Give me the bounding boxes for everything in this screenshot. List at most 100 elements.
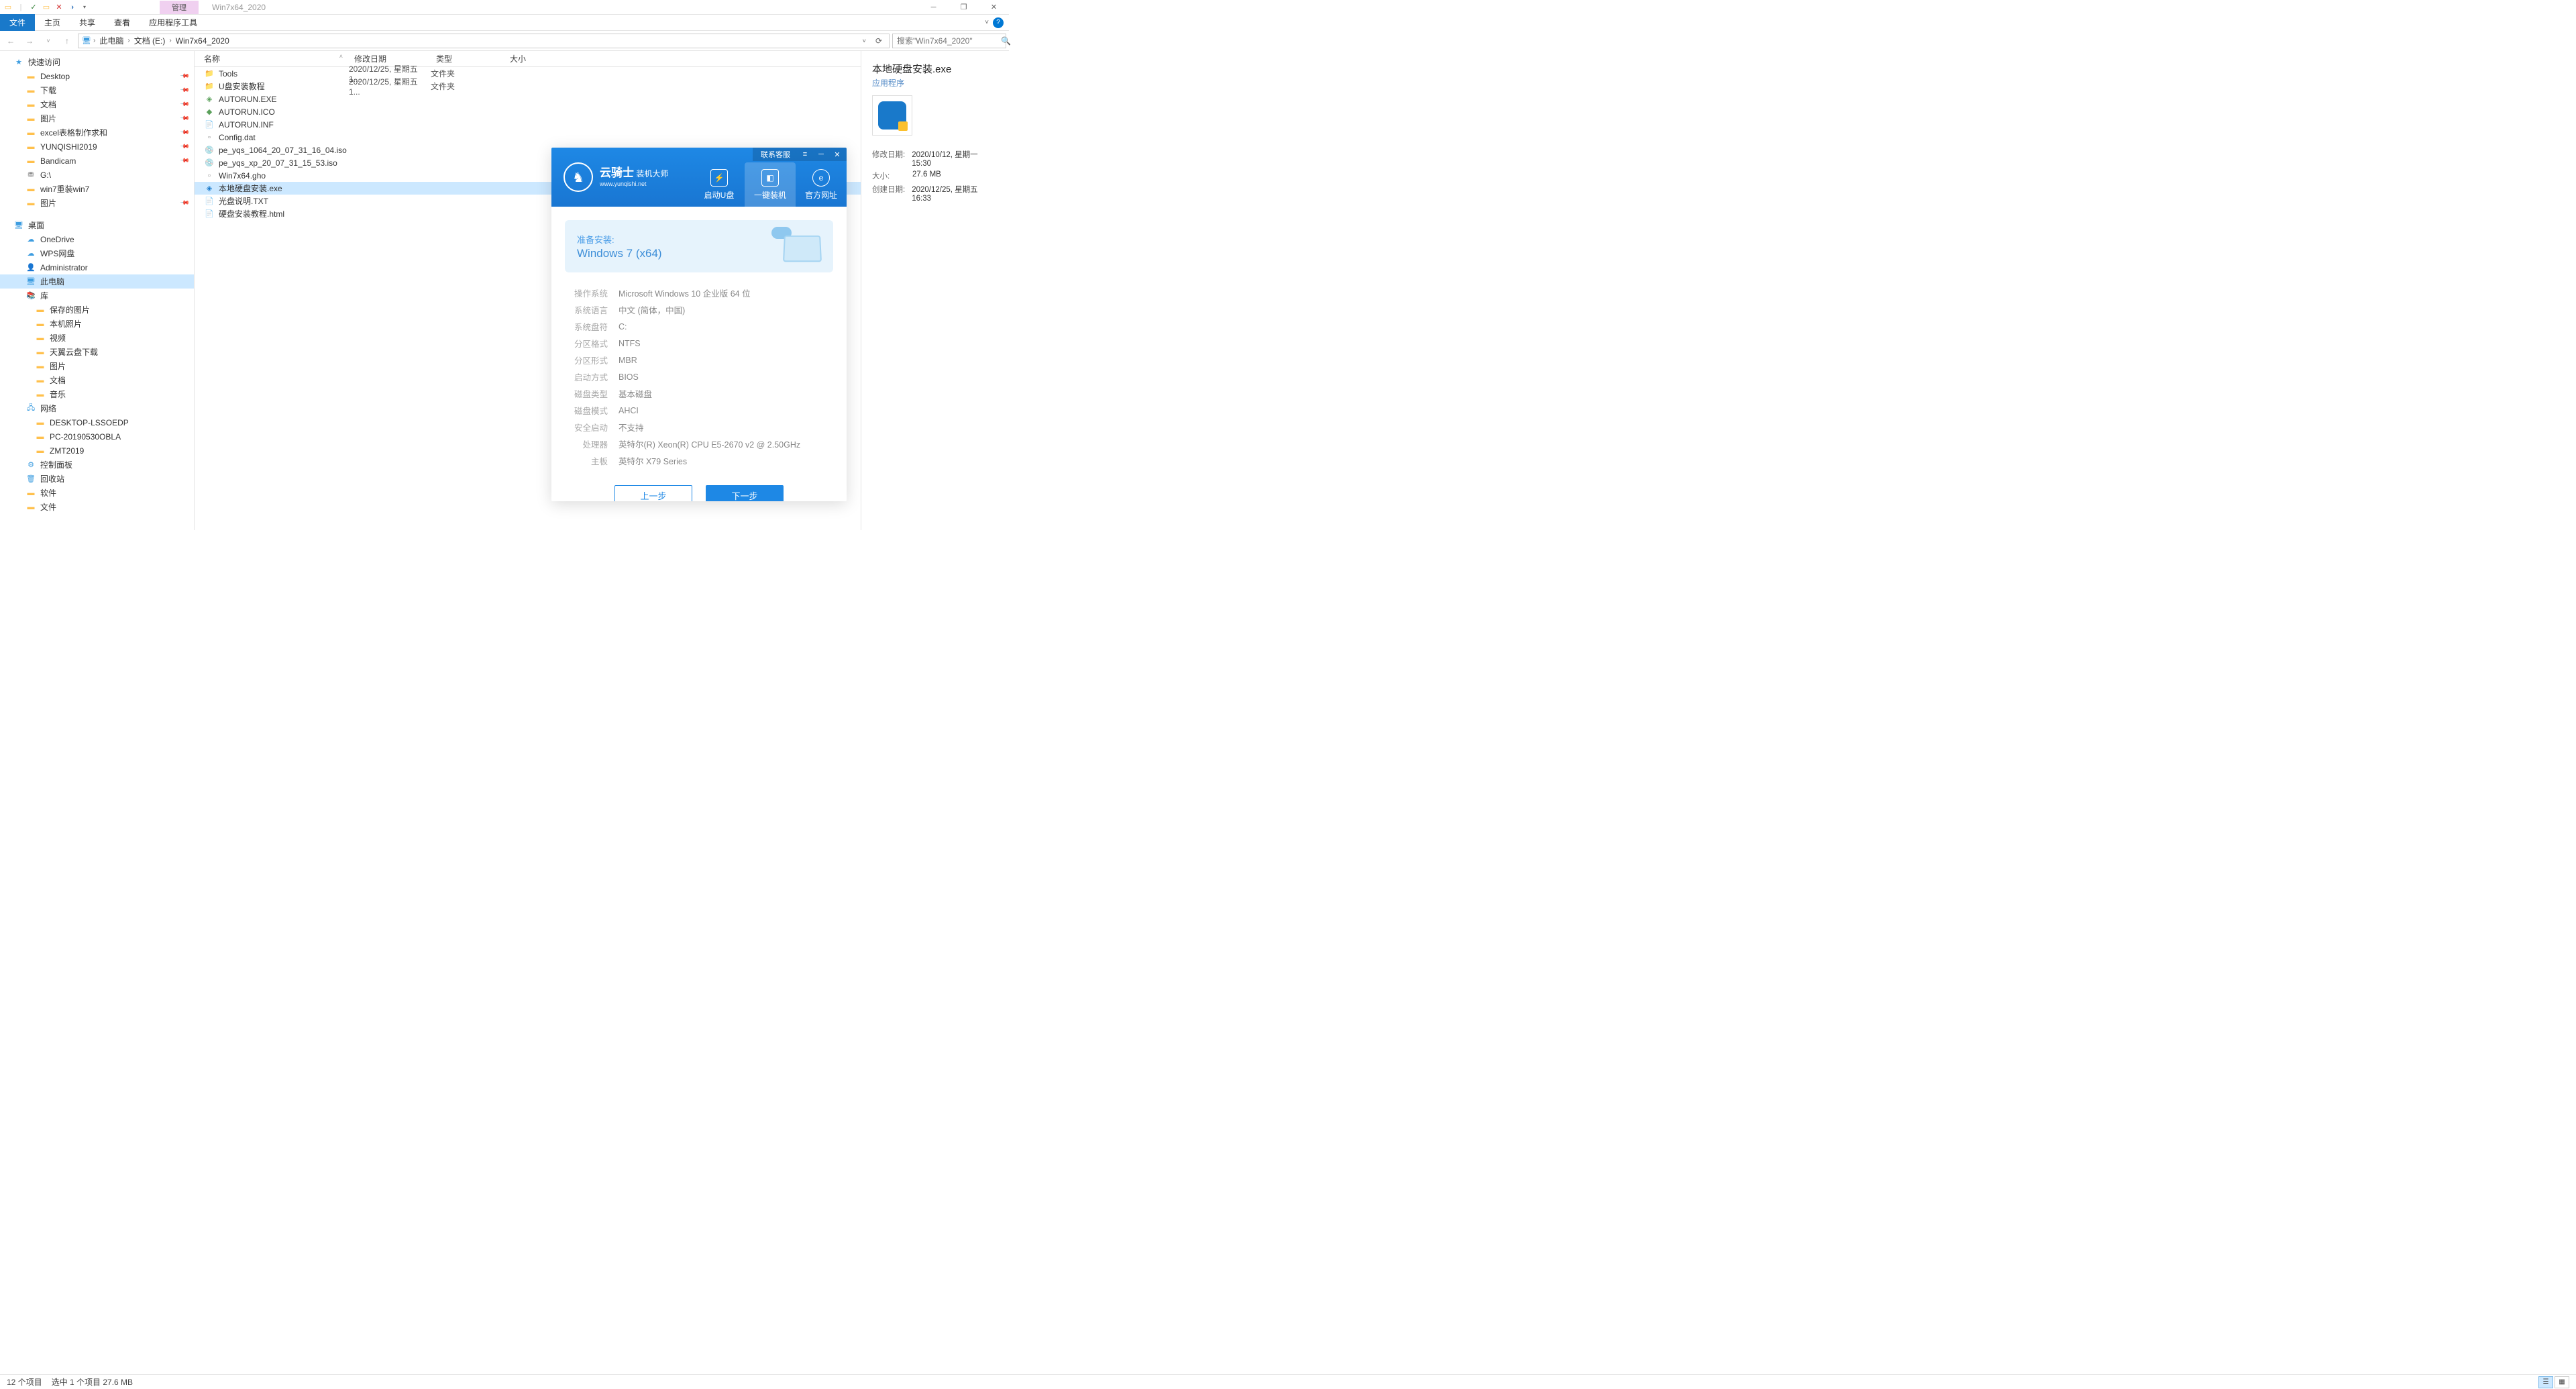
tree-item[interactable]: ▬YUNQISHI2019📌 (0, 140, 194, 154)
maximize-button[interactable]: ❐ (949, 0, 979, 15)
tree-item[interactable]: ☁OneDrive (0, 232, 194, 246)
close-button[interactable]: ✕ (979, 0, 1009, 15)
tree-item[interactable]: 📚库 (0, 289, 194, 303)
prev-button[interactable]: 上一步 (614, 485, 692, 501)
crumb-folder[interactable]: Win7x64_2020 (173, 36, 232, 46)
tree-item[interactable]: ▬天翼云盘下载 (0, 345, 194, 359)
tab-app-tools[interactable]: 应用程序工具 (140, 14, 207, 31)
tree-item[interactable]: ▬音乐 (0, 387, 194, 401)
tab-file[interactable]: 文件 (0, 14, 35, 31)
tree-label: YUNQISHI2019 (40, 142, 97, 152)
folder-icon: ▬ (25, 71, 36, 82)
dialog-minimize-button[interactable]: ─ (813, 148, 829, 161)
tree-item[interactable]: ▬文档 (0, 373, 194, 387)
tree-quick-access[interactable]: ★快速访问 (0, 55, 194, 69)
nav-forward-button[interactable]: → (21, 33, 38, 49)
file-icon: 💿 (204, 145, 215, 156)
address-dropdown-icon[interactable]: ˅ (859, 38, 870, 44)
chevron-right-icon[interactable]: › (169, 37, 171, 44)
tree-item-icon: 👤 (25, 262, 36, 273)
tree-label: G:\ (40, 170, 51, 180)
col-type[interactable]: 类型 (431, 53, 504, 64)
info-label: 系统语言 (565, 303, 608, 316)
details-label: 大小: (872, 170, 912, 181)
file-row[interactable]: ▫Config.dat (195, 131, 861, 144)
tree-item[interactable]: ⚙控制面板 (0, 458, 194, 472)
address-bar: ← → ˅ ↑ 🖥 › 此电脑 › 文档 (E:) › Win7x64_2020… (0, 31, 1009, 51)
col-size[interactable]: 大小 (504, 53, 558, 64)
tree-item[interactable]: 👤Administrator (0, 260, 194, 274)
view-icons-button[interactable]: ▦ (2555, 1376, 2569, 1388)
file-icon: 📄 (204, 209, 215, 219)
tree-item[interactable]: ▬软件 (0, 486, 194, 500)
tree-item[interactable]: ▬保存的图片 (0, 303, 194, 317)
file-row[interactable]: ◈AUTORUN.EXE (195, 93, 861, 105)
tree-desktop-root[interactable]: 🖥桌面 (0, 218, 194, 232)
nav-recent-icon[interactable]: ˅ (40, 33, 56, 49)
view-details-button[interactable]: ☰ (2538, 1376, 2553, 1388)
info-label: 分区格式 (565, 337, 608, 350)
check-icon[interactable]: ✓ (28, 2, 39, 13)
tree-item[interactable]: ☁WPS网盘 (0, 246, 194, 260)
tree-label: 图片 (40, 197, 56, 209)
tab-share[interactable]: 共享 (70, 14, 105, 31)
dialog-close-button[interactable]: ✕ (829, 148, 845, 161)
info-label: 磁盘类型 (565, 387, 608, 400)
nav-back-button[interactable]: ← (3, 33, 19, 49)
tree-item[interactable]: ▬PC-20190530OBLA (0, 429, 194, 444)
tree-item[interactable]: ▬ZMT2019 (0, 444, 194, 458)
tree-item[interactable]: ▬图片📌 (0, 111, 194, 125)
crumb-root[interactable]: 此电脑 (97, 35, 126, 46)
folder-open-icon[interactable]: ▭ (41, 2, 52, 13)
contact-support-button[interactable]: 联系客服 (754, 148, 797, 161)
file-row[interactable]: ◆AUTORUN.ICO (195, 105, 861, 118)
tree-item[interactable]: ▬win7重装win7 (0, 182, 194, 196)
tree-item[interactable]: 🖥此电脑 (0, 274, 194, 289)
menu-icon[interactable]: ≡ (797, 148, 813, 161)
file-row[interactable]: 📁Tools2020/12/25, 星期五 1...文件夹 (195, 67, 861, 80)
chevron-right-icon[interactable]: › (127, 37, 129, 44)
delete-icon[interactable]: ✕ (54, 2, 64, 13)
search-icon[interactable]: 🔍 (1001, 36, 1011, 46)
properties-icon[interactable]: ◑ (66, 2, 77, 13)
search-input[interactable] (897, 36, 1001, 46)
col-name[interactable]: 名称 ˄ (195, 53, 349, 64)
refresh-icon[interactable]: ⟳ (871, 36, 886, 46)
info-label: 启动方式 (565, 370, 608, 383)
tree-item[interactable]: 🗑回收站 (0, 472, 194, 486)
nav-boot-usb[interactable]: ⚡启动U盘 (694, 162, 745, 207)
tree-item[interactable]: ▬本机照片 (0, 317, 194, 331)
ribbon-collapse-icon[interactable]: ˅ (985, 19, 989, 26)
breadcrumb[interactable]: 🖥 › 此电脑 › 文档 (E:) › Win7x64_2020 ˅ ⟳ (78, 34, 890, 48)
nav-up-button[interactable]: ↑ (59, 33, 75, 49)
ribbon-tabs: 文件 主页 共享 查看 应用程序工具 ˅ ? (0, 15, 1009, 31)
tab-home[interactable]: 主页 (35, 14, 70, 31)
file-row[interactable]: 📁U盘安装教程2020/12/25, 星期五 1...文件夹 (195, 80, 861, 93)
navigation-pane[interactable]: ★快速访问 ▬Desktop📌▬下载📌▬文档📌▬图片📌▬excel表格制作求和📌… (0, 51, 195, 530)
tree-item[interactable]: ▬DESKTOP-LSSOEDP (0, 415, 194, 429)
minimize-button[interactable]: ─ (918, 0, 949, 15)
tree-item[interactable]: ▬图片📌 (0, 196, 194, 210)
manage-contextual-tab[interactable]: 管理 (160, 1, 199, 14)
tree-item[interactable]: ▬图片 (0, 359, 194, 373)
tab-view[interactable]: 查看 (105, 14, 140, 31)
tree-item[interactable]: ▬excel表格制作求和📌 (0, 125, 194, 140)
tree-label: 网络 (40, 403, 56, 414)
tree-item[interactable]: ▬下载📌 (0, 83, 194, 97)
chevron-right-icon[interactable]: › (93, 37, 95, 44)
tree-item[interactable]: ▬视频 (0, 331, 194, 345)
nav-official-site[interactable]: e官方网址 (796, 162, 847, 207)
tree-item[interactable]: ▬文档📌 (0, 97, 194, 111)
tree-item[interactable]: ⛃G:\ (0, 168, 194, 182)
tree-item[interactable]: 🖧网络 (0, 401, 194, 415)
qat-dropdown-icon[interactable]: ▾ (79, 2, 90, 13)
next-button[interactable]: 下一步 (706, 485, 784, 501)
file-row[interactable]: 📄AUTORUN.INF (195, 118, 861, 131)
help-icon[interactable]: ? (993, 17, 1004, 28)
nav-one-click-install[interactable]: ◧一键装机 (745, 162, 796, 207)
search-box[interactable]: 🔍 (892, 34, 1006, 48)
crumb-drive[interactable]: 文档 (E:) (131, 35, 168, 46)
tree-item[interactable]: ▬Desktop📌 (0, 69, 194, 83)
tree-item[interactable]: ▬文件 (0, 500, 194, 514)
tree-item[interactable]: ▬Bandicam📌 (0, 154, 194, 168)
